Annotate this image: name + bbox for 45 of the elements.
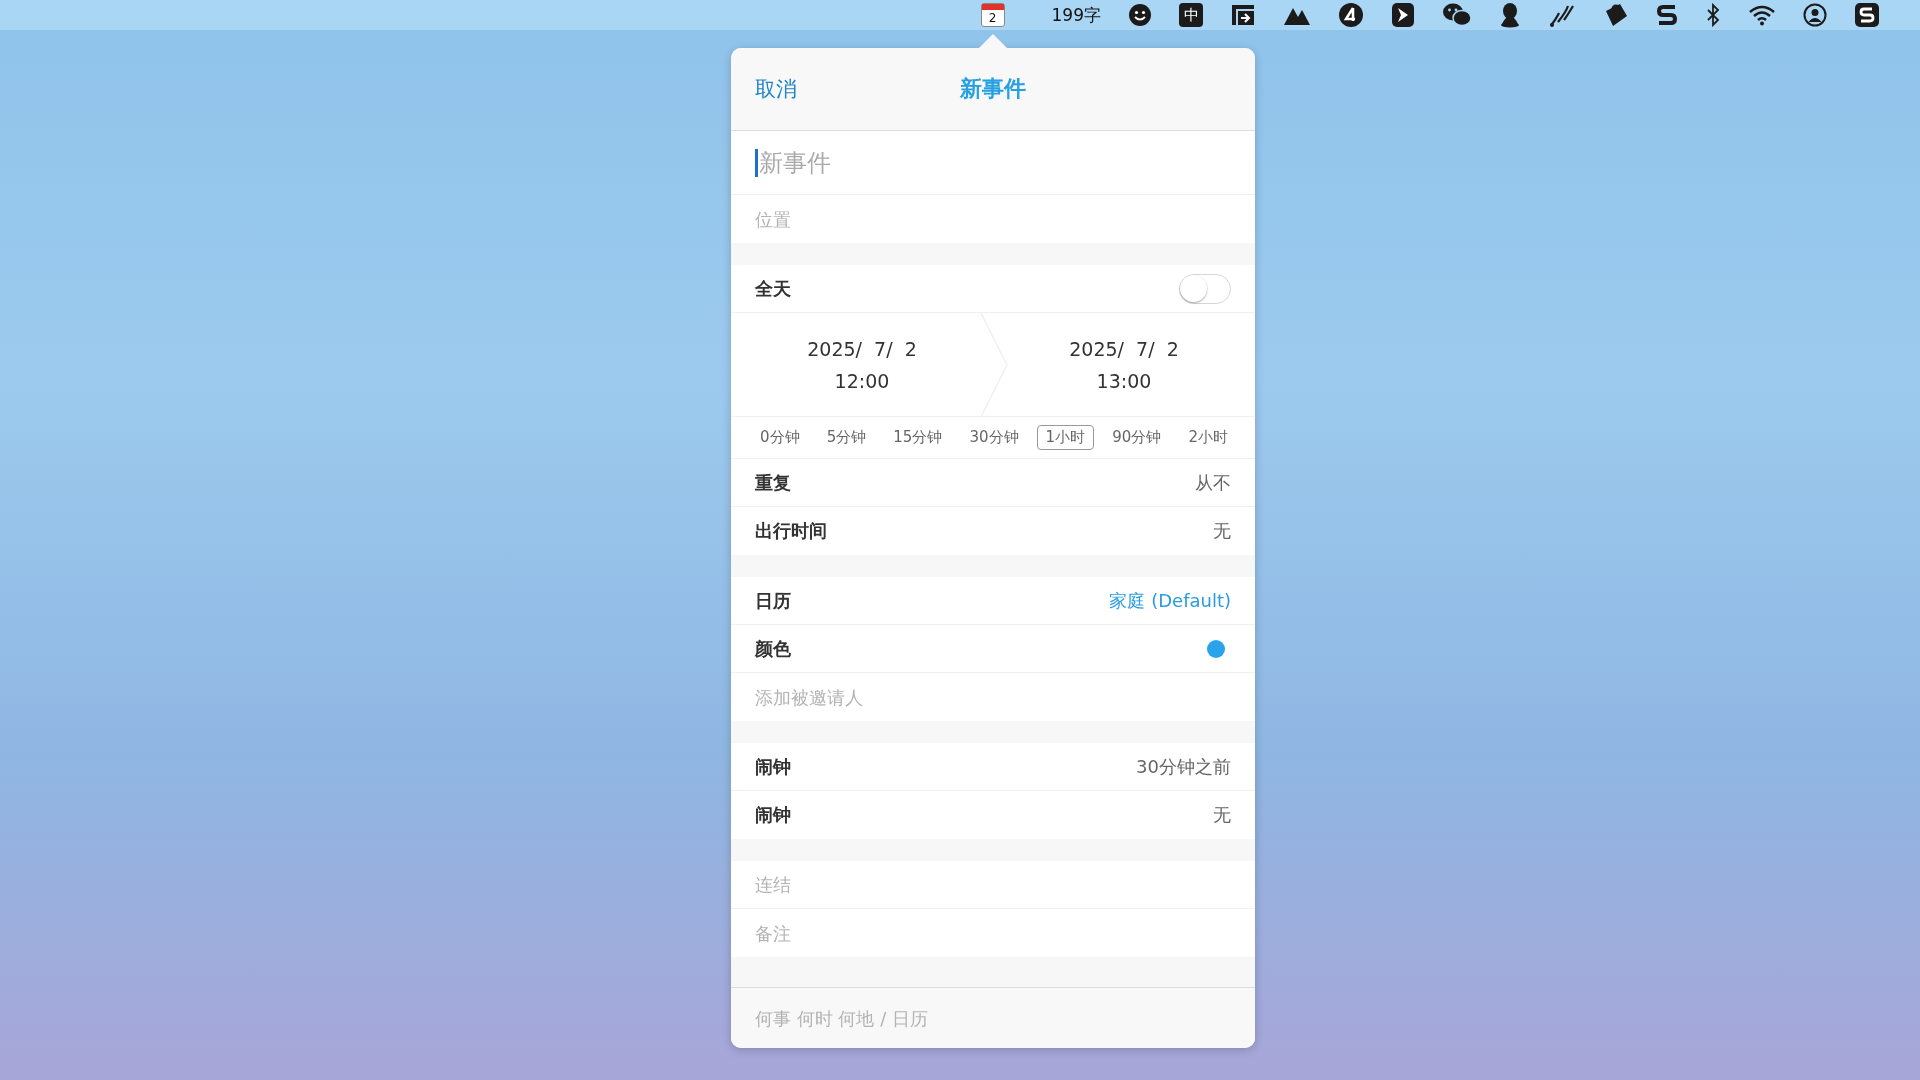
row-label: 日历 [755,588,791,613]
s-box-icon[interactable] [1854,2,1880,28]
word-count-item[interactable]: 199字 [1051,3,1101,27]
row-value[interactable]: 无 [1213,519,1231,543]
row-value[interactable]: 30分钟之前 [1136,754,1231,779]
row-value[interactable]: 无 [1213,803,1231,827]
duration-option[interactable]: 30分钟 [960,425,1028,450]
end-date-text[interactable]: 2025/ 7/ 2 [1069,337,1179,360]
row-label: 闹钟 [755,803,791,827]
arrow-box-icon[interactable] [1230,3,1256,27]
duration-option[interactable]: 2小时 [1179,425,1237,450]
end-time[interactable]: 13:00 [1096,369,1152,392]
duration-option[interactable]: 5分钟 [817,425,876,450]
bluetooth-icon[interactable] [1705,3,1721,27]
row-label: 闹钟 [755,754,791,779]
duration-option[interactable]: 0分钟 [751,425,809,450]
duration-option[interactable]: 90分钟 [1103,425,1171,450]
text-input[interactable]: 连结 [755,874,1231,895]
duration-option[interactable]: 1小时 [1036,425,1095,450]
wifi-icon[interactable] [1748,4,1776,26]
text-input[interactable]: 位置 [755,208,1231,230]
quick-entry-input[interactable]: 何事 何时 何地 / 日历 [755,1007,1231,1029]
start-time[interactable]: 12:00 [834,369,890,392]
user-icon[interactable] [1803,3,1827,27]
input-method-item[interactable]: 中 [1179,3,1203,27]
row-label: 出行时间 [755,519,827,543]
row-value[interactable]: 从不 [1195,470,1231,495]
toggle-switch[interactable] [1179,273,1231,304]
title-input[interactable]: 新事件 [759,148,1231,177]
row-label: 全天 [755,276,791,301]
color-dot[interactable] [1207,639,1225,658]
calendar-menu-icon[interactable]: 2 [980,3,1005,27]
smiley-icon[interactable] [1128,3,1152,27]
s-logo-icon[interactable] [1656,3,1678,27]
circle-logo-icon[interactable] [1338,2,1364,28]
row-label: 重复 [755,470,791,495]
chat-bubbles-icon[interactable] [1442,2,1472,28]
text-input[interactable]: 备注 [755,922,1231,944]
duration-option[interactable]: 15分钟 [884,425,952,450]
cancel-button[interactable]: 取消 [755,75,797,103]
text-input[interactable]: 添加被邀请人 [755,686,1231,708]
row-label: 颜色 [755,636,791,661]
calendar-link[interactable]: 家庭 (Default) [1109,588,1231,613]
start-date-text[interactable]: 2025/ 7/ 2 [807,337,917,360]
popover-title: 新事件 [960,75,1026,103]
